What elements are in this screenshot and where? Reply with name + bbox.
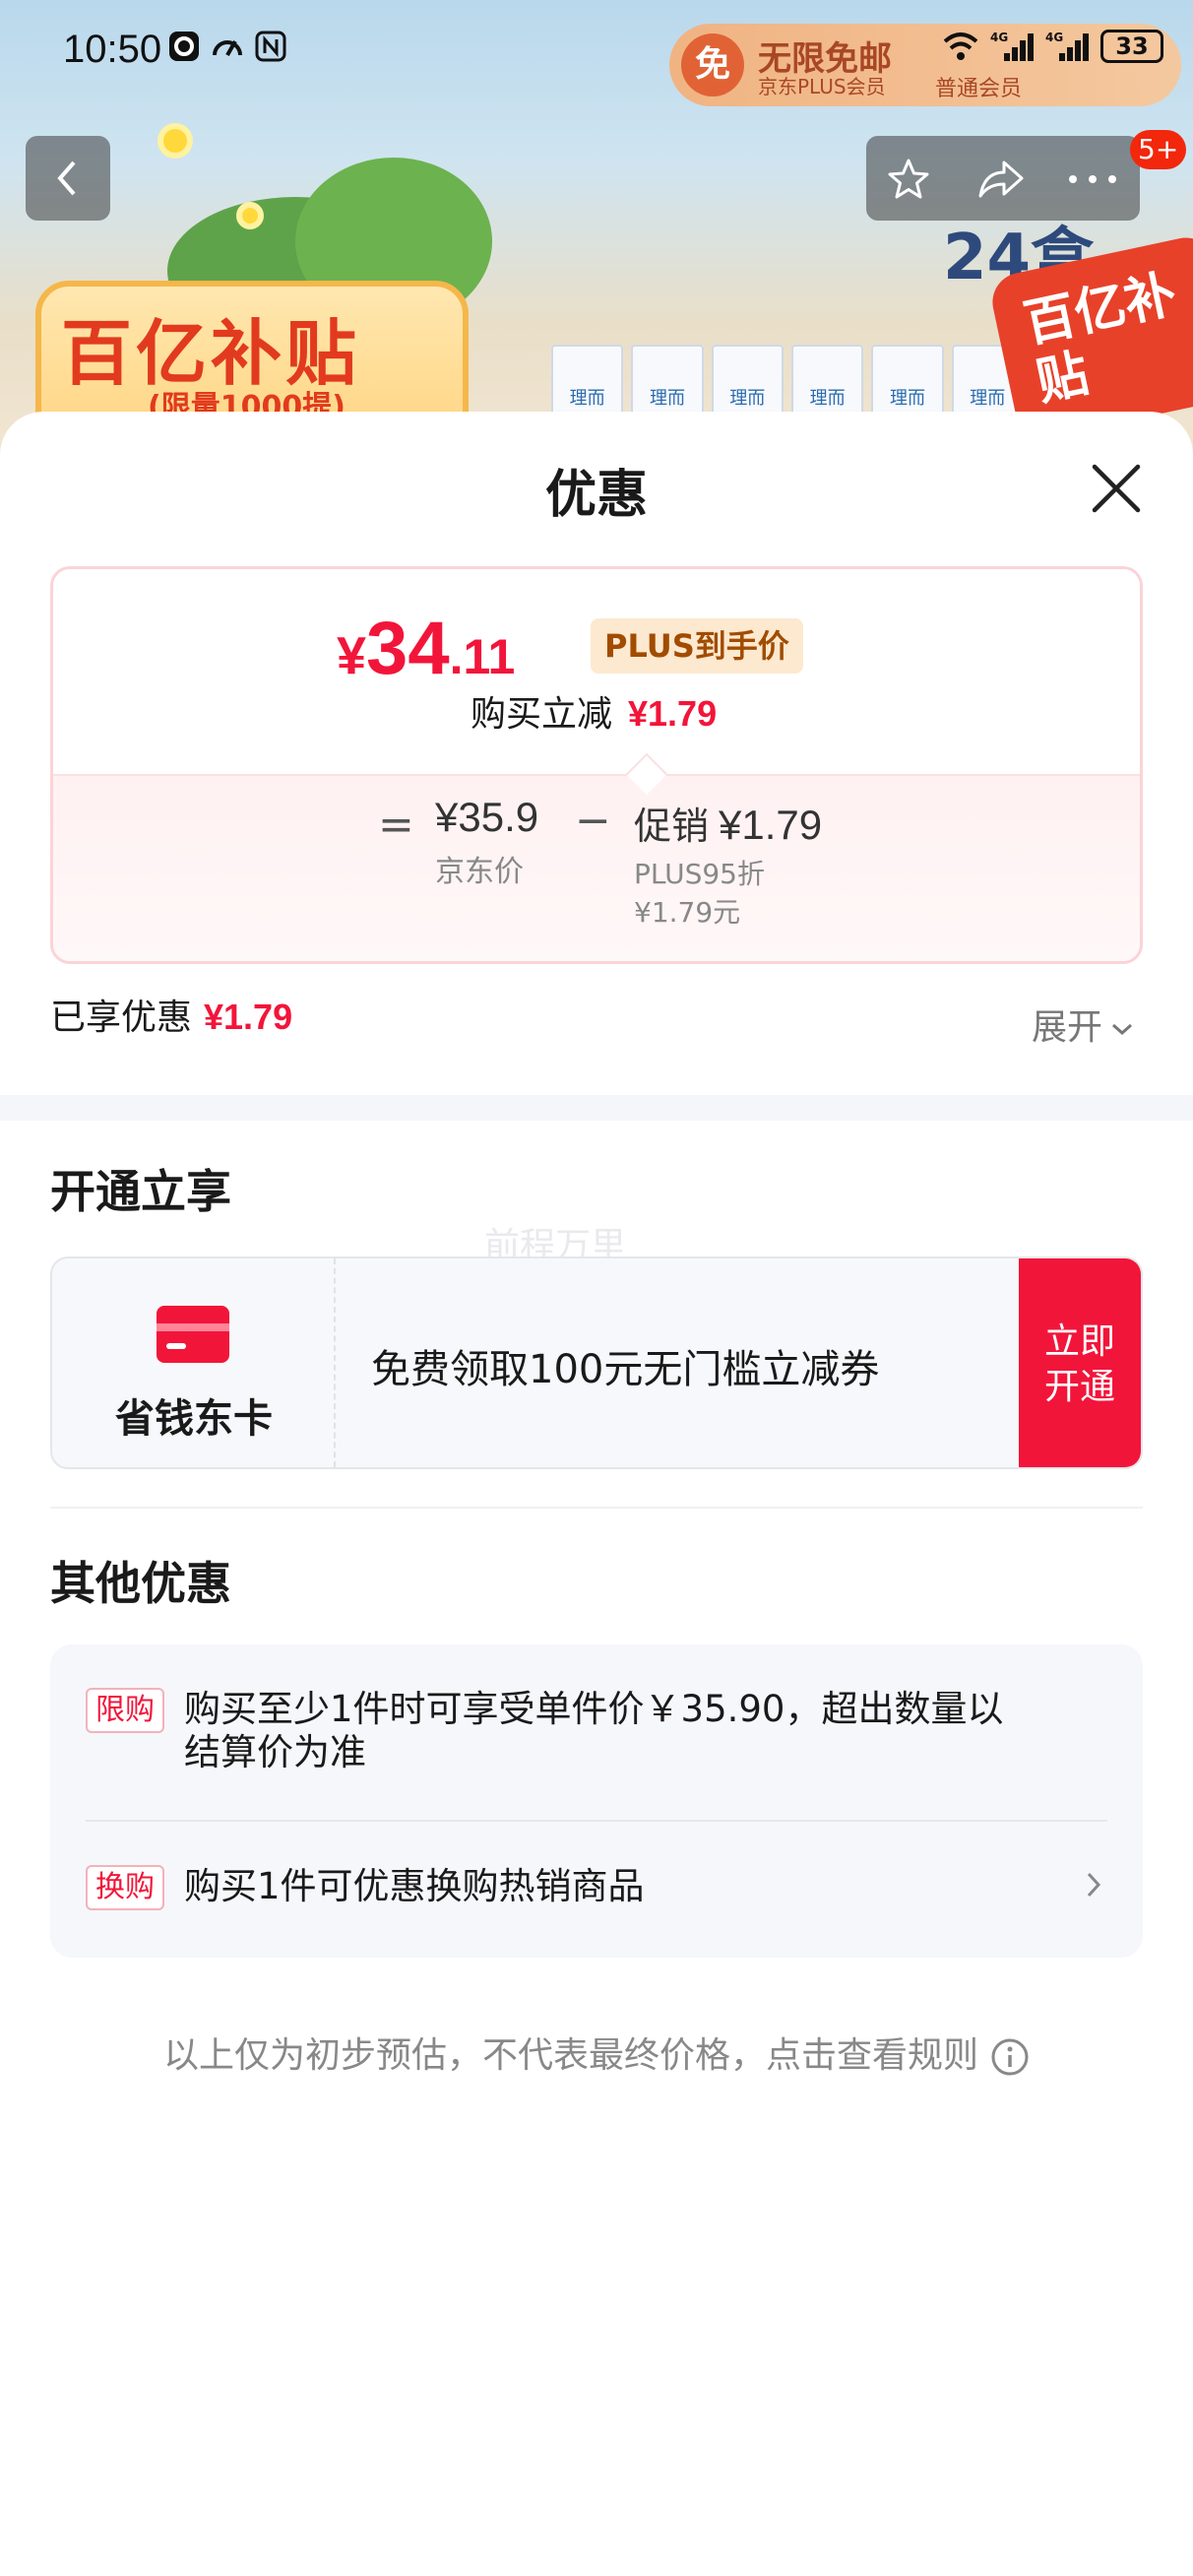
open-section-title: 开通立享 <box>50 1165 231 1218</box>
enjoyed-label: 已享优惠 <box>50 998 193 1038</box>
final-price-decimal: .11 <box>449 629 516 684</box>
rules-note-text: 以上仅为初步预估，不代表最终价格，点击查看规则 <box>162 2035 978 2076</box>
equals-sign: = <box>378 800 414 850</box>
message-count-badge: 5+ <box>1130 130 1187 169</box>
open-button-line1: 立即 <box>1043 1321 1115 1362</box>
card-description: 免费领取100元无门槛立减券 <box>371 1347 880 1392</box>
battery-indicator: 33 <box>1100 30 1163 63</box>
system-indicators: 4G 4G 33 <box>941 30 1163 63</box>
info-icon <box>991 2038 1029 2076</box>
free-shipping-icon: 免 <box>681 33 744 97</box>
reduce-amount: ¥1.79 <box>628 693 718 734</box>
signal-label: 4G <box>990 31 1008 44</box>
sheet-title: 优惠 <box>544 466 648 525</box>
limit-text-line2: 结算价为准 <box>184 1731 366 1773</box>
enjoyed-amount: ¥1.79 <box>204 997 293 1037</box>
app-notification-icon <box>169 32 199 61</box>
limit-text-line1: 购买至少1件时可享受单件价￥35.90，超出数量以 <box>184 1688 1004 1730</box>
expand-button[interactable]: 展开 <box>1032 998 1134 1050</box>
open-now-button[interactable]: 立即 开通 <box>1019 1258 1141 1467</box>
promotion-label: 促销 <box>634 805 710 848</box>
status-time: 10:50 <box>63 28 162 71</box>
status-bar: 10:50 免 无限免邮 京东PLUS会员 普通会员 4G 4G 33 <box>0 0 1193 106</box>
other-section-title: 其他优惠 <box>50 1557 231 1610</box>
decoration-flower <box>236 202 264 229</box>
final-price: ¥34.11 <box>337 606 515 691</box>
section-divider <box>0 1095 1193 1121</box>
other-offers-list: 限购 购买至少1件时可享受单件价￥35.90，超出数量以 结算价为准 换购 购买… <box>50 1644 1143 1958</box>
list-divider <box>86 1820 1107 1822</box>
signal-icon: 4G <box>1045 31 1089 61</box>
card-brand: 省钱东卡 <box>52 1258 336 1467</box>
divider <box>50 1507 1143 1509</box>
membership-card-offer[interactable]: 省钱东卡 免费领取100元无门槛立减券 立即 开通 <box>50 1256 1143 1469</box>
plus-price-tag: PLUS到手价 <box>591 618 803 674</box>
exchange-text: 购买1件可优惠换购热销商品 <box>184 1865 645 1907</box>
plus-discount-amount: ¥1.79元 <box>634 896 741 929</box>
product-actions <box>866 136 1140 221</box>
limit-text: 购买至少1件时可享受单件价￥35.90，超出数量以 结算价为准 <box>184 1688 1003 1774</box>
signal-icon: 4G <box>990 31 1034 61</box>
minus-sign: − <box>575 796 611 846</box>
star-icon[interactable] <box>886 157 931 202</box>
close-icon[interactable] <box>1087 459 1146 518</box>
open-button-line2: 开通 <box>1043 1367 1115 1407</box>
decoration-flower <box>157 123 193 159</box>
reduce-label: 购买立减 <box>471 694 613 735</box>
final-price-integer: 34 <box>366 607 450 690</box>
product-page-background: 百亿补贴 (限量1000提) 理而 理而 理而 理而 理而 理而 24盒 百亿补… <box>0 0 1193 463</box>
speed-icon <box>213 40 242 56</box>
promotion-amount: ¥1.79 <box>719 802 823 848</box>
more-icon[interactable] <box>1063 157 1122 202</box>
wifi-icon <box>943 32 978 60</box>
plus-banner-subtitle: 京东PLUS会员 <box>758 75 886 98</box>
promotion-discount: 促销 ¥1.79 <box>634 796 822 850</box>
plus-discount-label: PLUS95折 <box>634 858 765 890</box>
limit-tag: 限购 <box>86 1688 164 1733</box>
corner-badge-text: 百亿补贴 <box>1019 264 1182 413</box>
rules-note[interactable]: 以上仅为初步预估，不代表最终价格，点击查看规则 <box>0 2027 1193 2078</box>
enjoyed-discount: 已享优惠 ¥1.79 <box>50 989 292 1040</box>
exchange-tag: 换购 <box>86 1865 164 1910</box>
expand-label: 展开 <box>1032 1007 1103 1048</box>
nfc-icon <box>255 31 286 62</box>
jd-price: ¥35.9 <box>435 794 539 840</box>
jd-price-label: 京东价 <box>435 855 524 889</box>
share-icon[interactable] <box>976 157 1026 202</box>
card-name: 省钱东卡 <box>115 1396 273 1442</box>
instant-reduction: 购买立减 ¥1.79 <box>471 685 717 737</box>
card-icon <box>157 1306 229 1363</box>
chevron-left-icon <box>57 161 76 196</box>
back-button[interactable] <box>26 136 110 221</box>
signal-label: 4G <box>1045 31 1063 44</box>
chevron-right-icon <box>1087 1872 1101 1898</box>
plus-banner-member: 普通会员 <box>935 77 1023 101</box>
final-price-currency: ¥ <box>337 626 367 685</box>
chevron-down-icon <box>1112 1023 1133 1036</box>
